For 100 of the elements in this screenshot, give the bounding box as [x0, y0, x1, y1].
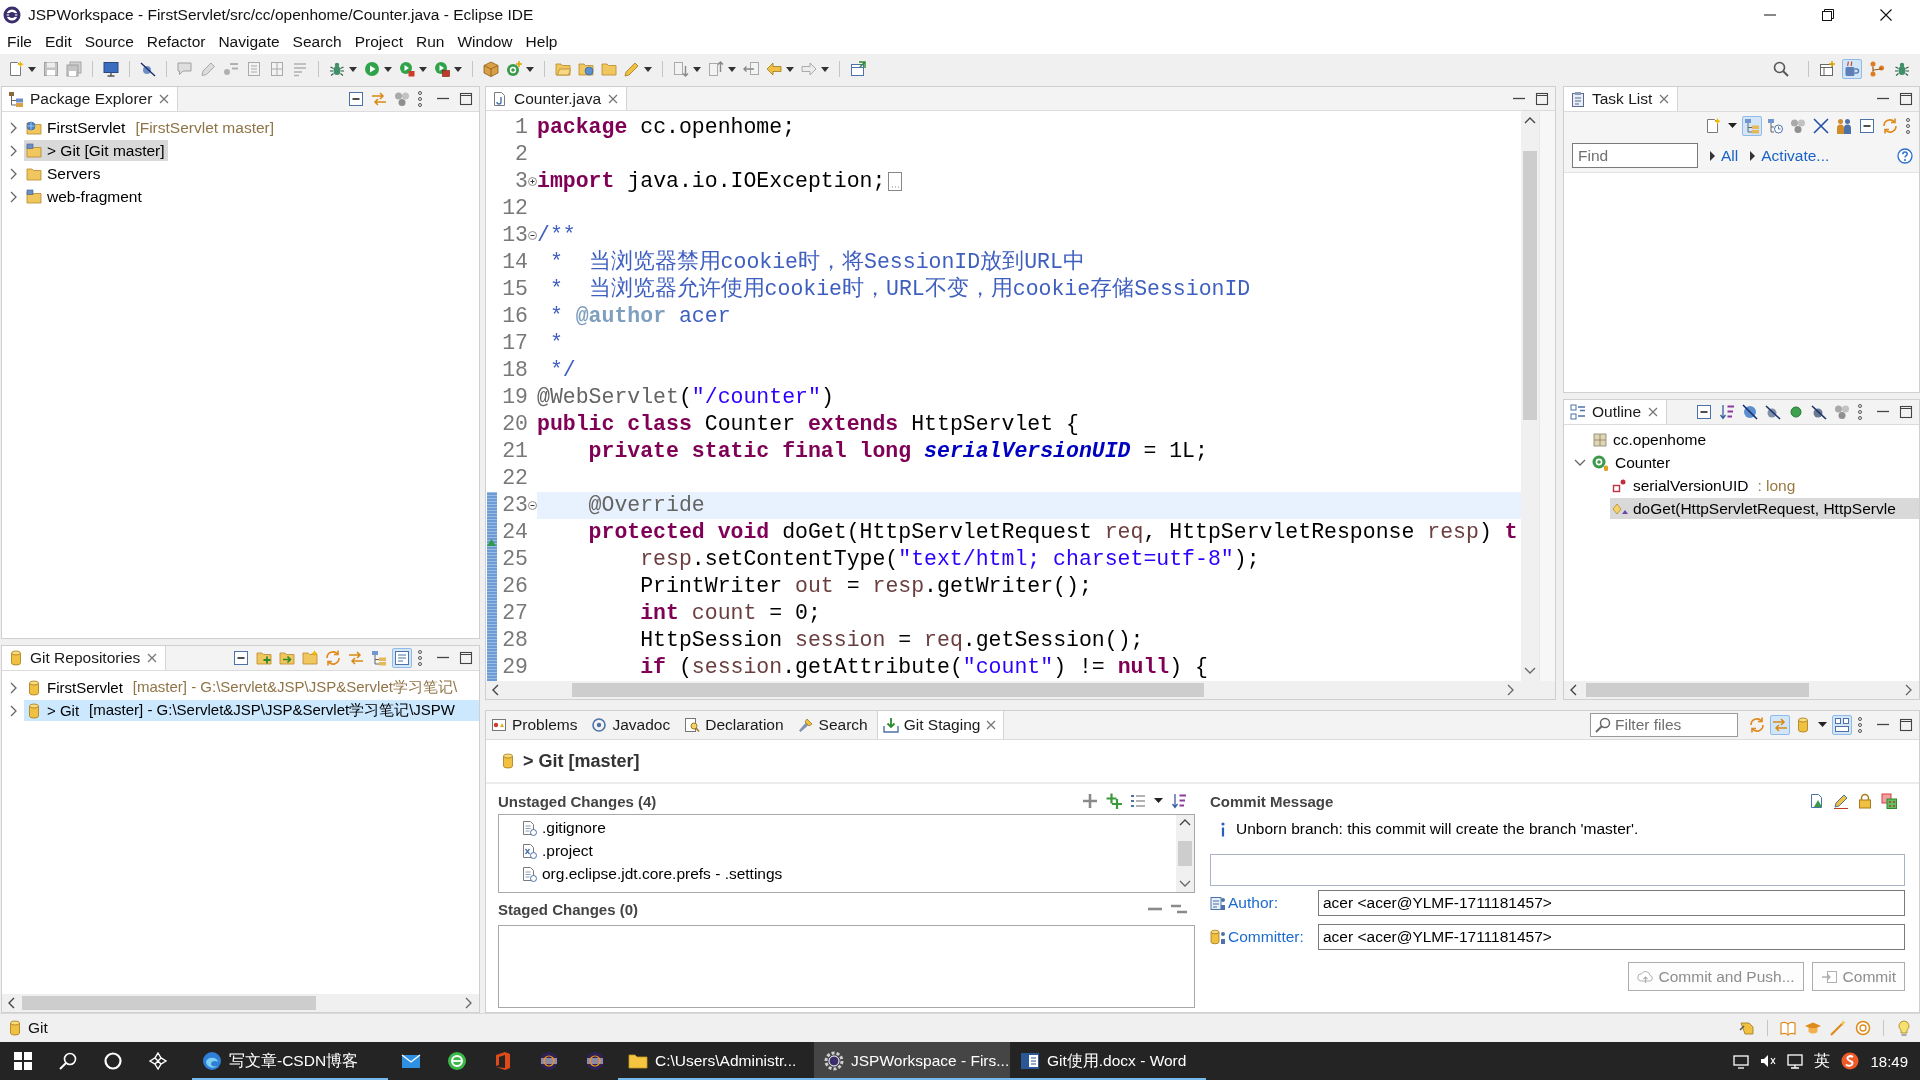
bug-icon[interactable]: [329, 61, 345, 77]
menu-item[interactable]: Edit: [39, 31, 78, 53]
taskbar-button[interactable]: C:\Users\Administr...: [618, 1042, 814, 1080]
taskbar-button[interactable]: 写文章-CSDN博客: [192, 1042, 388, 1080]
toolbar-button[interactable]: [1169, 791, 1189, 811]
horizontal-scrollbar[interactable]: [1564, 681, 1919, 699]
ring-icon[interactable]: [1855, 1020, 1871, 1036]
close-icon[interactable]: [1880, 9, 1892, 21]
menu-item[interactable]: Run: [410, 31, 451, 53]
link[interactable]: Activate...: [1761, 146, 1830, 165]
taskbar-button[interactable]: Git使用.docx - Word: [1010, 1042, 1206, 1080]
new-file-icon[interactable]: [8, 61, 24, 77]
search-icon[interactable]: [58, 1052, 77, 1070]
folder-globe-icon[interactable]: [578, 61, 594, 77]
help-icon[interactable]: [1897, 147, 1913, 164]
menu-item[interactable]: File: [1, 31, 38, 53]
tree-item[interactable]: FirstServlet [master] - G:\Servlet&JSP\JSP&Servlet学习笔记\: [24, 677, 479, 698]
package-box-icon[interactable]: [483, 61, 499, 77]
vertical-scrollbar[interactable]: [1521, 111, 1539, 681]
caret-icon[interactable]: [28, 66, 36, 72]
view-tab[interactable]: Git Repositories: [2, 646, 167, 670]
caret-icon[interactable]: [419, 66, 427, 72]
triangle-right-icon[interactable]: [1710, 150, 1715, 161]
speaker-icon[interactable]: [1760, 1053, 1777, 1069]
menu-item[interactable]: Search: [286, 31, 348, 53]
toolbar-button[interactable]: [1740, 402, 1760, 422]
play-badge-icon[interactable]: [434, 61, 450, 77]
caret-icon[interactable]: [526, 66, 534, 72]
horizontal-scrollbar[interactable]: [486, 681, 1521, 699]
committer-field[interactable]: acer <acer@YLMF-1711181457>: [1318, 924, 1905, 950]
scroll-thumb[interactable]: [1523, 151, 1537, 421]
find-field[interactable]: Find: [1572, 143, 1698, 168]
restore-icon[interactable]: [1822, 9, 1834, 21]
maximize-icon[interactable]: [1899, 405, 1913, 419]
folded-code-icon[interactable]: [888, 172, 903, 191]
toolbar-button[interactable]: [1694, 402, 1714, 422]
triangle-right-icon[interactable]: [1750, 150, 1756, 161]
tree-item[interactable]: > Git [Git master]: [24, 140, 168, 161]
changed-path-row[interactable]: org.eclipse.jdt.core.prefs - .settings: [521, 862, 783, 885]
scroll-thumb[interactable]: [572, 683, 1205, 697]
dot-lines-icon[interactable]: [223, 61, 239, 77]
arrow-left-document-icon[interactable]: [743, 61, 759, 77]
view-tab[interactable]: Javadoc: [586, 711, 677, 739]
expand-icon[interactable]: [528, 177, 537, 186]
menu-item[interactable]: Navigate: [212, 31, 286, 53]
monitor-icon[interactable]: [1733, 1053, 1750, 1069]
view-tab[interactable]: Package Explorer: [2, 87, 179, 111]
maximize-icon[interactable]: [1899, 92, 1913, 106]
collapse-icon[interactable]: [528, 231, 537, 240]
taskbar-button[interactable]: JSPWorkspace - Firs...: [814, 1042, 1010, 1080]
menu-item[interactable]: Window: [451, 31, 519, 53]
view-tab[interactable]: Git Staging: [876, 711, 1005, 739]
tree-item[interactable]: serialVersionUID : long: [1610, 475, 1919, 496]
toolbar-button[interactable]: [231, 648, 251, 668]
slashed-dot-icon[interactable]: [140, 61, 156, 77]
clock[interactable]: 18:49: [1870, 1052, 1908, 1070]
view-tab[interactable]: Problems: [486, 711, 584, 739]
circle-icon[interactable]: [103, 1052, 122, 1070]
link[interactable]: All: [1721, 146, 1739, 165]
maximize-icon[interactable]: [459, 651, 473, 665]
changed-path-row[interactable]: .project: [521, 839, 593, 862]
view-tab[interactable]: Declaration: [679, 711, 790, 739]
view-tab[interactable]: Search: [792, 711, 874, 739]
maximize-icon[interactable]: [1535, 91, 1549, 106]
screen-icon[interactable]: [1787, 1053, 1804, 1069]
caret-icon[interactable]: [821, 66, 829, 72]
search-icon[interactable]: [1773, 61, 1789, 77]
tag-icon[interactable]: [1739, 1020, 1755, 1036]
input-method-icon[interactable]: [1841, 1052, 1860, 1070]
caret-icon[interactable]: [693, 66, 701, 72]
tree-item[interactable]: Counter: [1590, 452, 1919, 473]
filter-field[interactable]: Filter files: [1590, 713, 1738, 737]
toolbar-button[interactable]: [1809, 402, 1829, 422]
tree-item[interactable]: cc.openhome: [1590, 429, 1919, 450]
tree-item[interactable]: web-fragment: [24, 186, 145, 207]
scroll-thumb[interactable]: [22, 996, 317, 1010]
caret-icon[interactable]: [644, 66, 652, 72]
caret-icon[interactable]: [349, 66, 357, 72]
start-grid-icon[interactable]: [13, 1052, 32, 1070]
diamonds-icon[interactable]: [148, 1052, 167, 1070]
tree-item[interactable]: Servers: [24, 163, 104, 184]
menu-item[interactable]: Refactor: [140, 31, 212, 53]
caret-icon[interactable]: [786, 66, 794, 72]
input-language-indicator[interactable]: 英: [1814, 1050, 1831, 1072]
caret-icon[interactable]: [454, 66, 462, 72]
view-tab[interactable]: Outline: [1564, 400, 1668, 424]
floppy-icon[interactable]: [43, 61, 59, 77]
author-field[interactable]: acer <acer@YLMF-1711181457>: [1318, 890, 1905, 916]
maximize-icon[interactable]: [459, 92, 473, 106]
menu-item[interactable]: Help: [519, 31, 564, 53]
tree-item[interactable]: doGet(HttpServletRequest, HttpServle: [1610, 498, 1919, 519]
editor-tab[interactable]: Counter.java: [486, 87, 628, 110]
maximize-icon[interactable]: [1899, 718, 1913, 732]
scroll-thumb[interactable]: [1586, 683, 1810, 697]
horizontal-scrollbar[interactable]: [2, 994, 479, 1012]
book-icon[interactable]: [1780, 1020, 1796, 1036]
caret-icon[interactable]: [728, 66, 736, 72]
changed-path-row[interactable]: .gitignore: [521, 816, 606, 839]
caret-icon[interactable]: [384, 66, 392, 72]
scroll-thumb[interactable]: [1178, 841, 1192, 866]
